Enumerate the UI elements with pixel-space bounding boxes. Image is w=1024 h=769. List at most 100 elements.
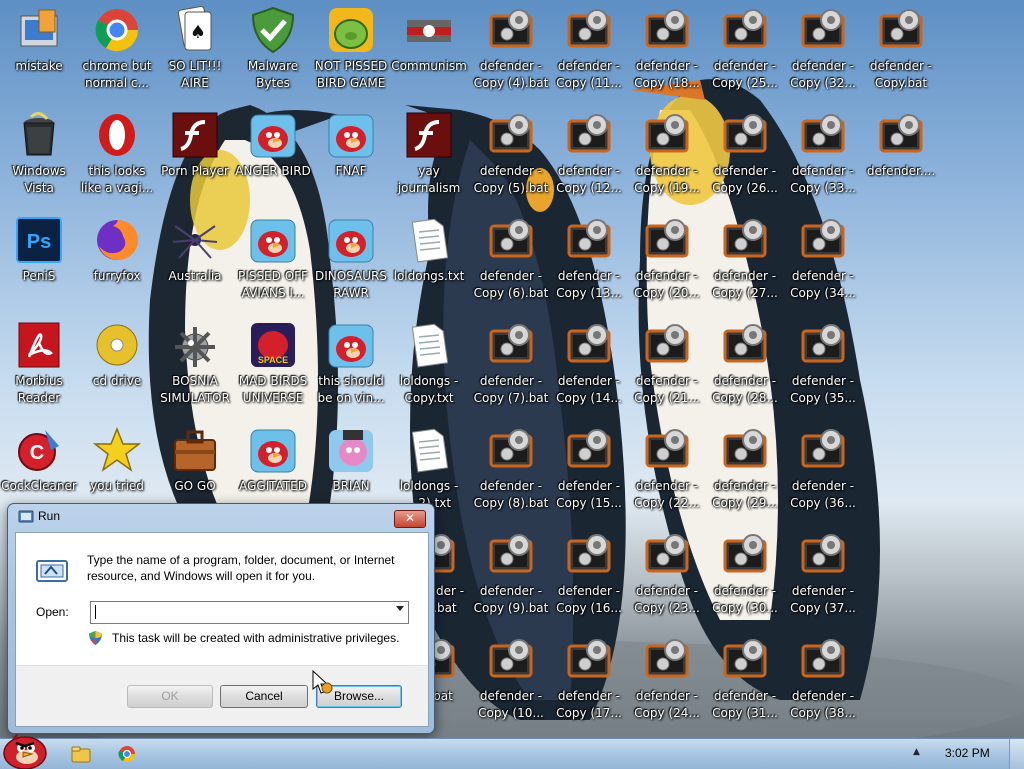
- defender-bat-icon: [567, 534, 611, 573]
- desktop-icon-bird-9[interactable]: ANGER BIRD: [234, 107, 312, 207]
- close-button[interactable]: ✕: [394, 510, 426, 528]
- desktop-icon-cards-2[interactable]: ♠ SO LIT!!! AIRE: [156, 2, 234, 102]
- explorer-folder-icon[interactable]: [70, 743, 92, 765]
- desktop-icon-defender-bat-21[interactable]: defender - Copy (35...: [784, 317, 862, 417]
- defender-bat-icon: [489, 429, 533, 468]
- desktop-icon-defender-bat-17[interactable]: defender - Copy (7).bat: [472, 317, 550, 417]
- bin-icon: [23, 112, 55, 156]
- chevron-down-icon[interactable]: [396, 606, 404, 611]
- desktop-icon-txt-23[interactable]: loldongs - Copy.txt: [390, 317, 468, 417]
- desktop-icon-defender-bat-14[interactable]: defender - Copy (20...: [628, 212, 706, 312]
- desktop-icon-flash-8[interactable]: Porn Player: [156, 107, 234, 207]
- desktop-icon-label: defender - Copy.bat: [869, 59, 933, 90]
- desktop-icon-label: defender - Copy (21...: [634, 374, 700, 405]
- desktop-icon-defender-bat-4[interactable]: defender - Copy (32...: [784, 2, 862, 102]
- chrome-taskbar-icon[interactable]: [116, 743, 138, 765]
- desktop-icon-bird-16[interactable]: DINOSAURS RAWR: [312, 212, 390, 312]
- desktop-icon-txt-17[interactable]: loldongs.txt: [390, 212, 468, 312]
- desktop-icon-pig-4[interactable]: NOT PISSED BIRD GAME: [312, 2, 390, 102]
- desktop-icon-label: defender - Copy (15...: [556, 479, 622, 510]
- desktop-icon-space-21[interactable]: SPACE MAD BIRDS UNIVERSE: [234, 317, 312, 417]
- desktop-icon-defender-bat-3[interactable]: defender - Copy (25...: [706, 2, 784, 102]
- desktop-icon-defender-bat-10[interactable]: defender - Copy (33...: [784, 107, 862, 207]
- desktop-icon-defender-bat-24[interactable]: defender - Copy (22...: [628, 422, 706, 522]
- desktop-icon-bin-6[interactable]: Windows Vista: [0, 107, 78, 207]
- desktop-icon-bird-10[interactable]: FNAF: [312, 107, 390, 207]
- desktop-icon-defender-bat-2[interactable]: defender - Copy (18...: [628, 2, 706, 102]
- desktop-icon-defender-bat-6[interactable]: defender - Copy (5).bat: [472, 107, 550, 207]
- desktop-icon-setup-0[interactable]: mistake: [0, 2, 78, 102]
- desktop-icon-defender-bat-36[interactable]: defender - Copy (24...: [628, 632, 706, 732]
- desktop-icon-flash-11[interactable]: yay journalism: [390, 107, 468, 207]
- desktop-icon-defender-bat-31[interactable]: defender - Copy (30...: [706, 527, 784, 627]
- desktop-icon-defender-bat-20[interactable]: defender - Copy (28...: [706, 317, 784, 417]
- desktop-icon-label: defender - Copy (7).bat: [473, 374, 549, 405]
- desktop-icon-defender-bat-34[interactable]: defender - Copy (10...: [472, 632, 550, 732]
- flash-icon: [406, 112, 452, 158]
- desktop-icon-defender-bat-16[interactable]: defender - Copy (34...: [784, 212, 862, 312]
- defender-bat-icon: [645, 639, 689, 678]
- ps-icon: Ps: [16, 217, 62, 263]
- tray-expand-icon[interactable]: ▲: [913, 747, 920, 757]
- desktop-icon-label: defender - Copy (19...: [634, 164, 700, 195]
- desktop-icon-defender-bat-18[interactable]: defender - Copy (14...: [550, 317, 628, 417]
- desktop-icon-bird-15[interactable]: PISSED OFF AVIANS I...: [234, 212, 312, 312]
- desktop-icon-defender-bat-11[interactable]: defender....: [862, 107, 940, 207]
- desktop-icon-label: CockCleaner: [1, 479, 77, 493]
- desktop-icon-defender-bat-30[interactable]: defender - Copy (23...: [628, 527, 706, 627]
- desktop-icon-defender-bat-22[interactable]: defender - Copy (8).bat: [472, 422, 550, 522]
- desktop-icon-defender-bat-25[interactable]: defender - Copy (29...: [706, 422, 784, 522]
- desktop-icon-defender-bat-13[interactable]: defender - Copy (13...: [550, 212, 628, 312]
- run-dialog-body: Type the name of a program, folder, docu…: [15, 532, 429, 727]
- desktop-icon-defender-bat-32[interactable]: defender - Copy (37...: [784, 527, 862, 627]
- desktop-icon-defender-bat-9[interactable]: defender - Copy (26...: [706, 107, 784, 207]
- show-desktop-button[interactable]: [1009, 739, 1024, 769]
- run-app-icon: [18, 510, 34, 523]
- desktop-icon-defender-bat-23[interactable]: defender - Copy (15...: [550, 422, 628, 522]
- desktop-icon-defender-bat-19[interactable]: defender - Copy (21...: [628, 317, 706, 417]
- desktop-icon-defender-bat-38[interactable]: defender - Copy (38...: [784, 632, 862, 732]
- desktop-icon-defender-bat-37[interactable]: defender - Copy (31...: [706, 632, 784, 732]
- desktop-icon-opera-7[interactable]: this looks like a vagi...: [78, 107, 156, 207]
- start-button[interactable]: [2, 731, 48, 769]
- desktop-icon-label: defender - Copy (36...: [790, 479, 856, 510]
- desktop-icon-label: defender - Copy (30...: [712, 584, 778, 615]
- flag-icon: [407, 20, 451, 42]
- desktop-icon-pdf-18[interactable]: Morbius Reader: [0, 317, 78, 417]
- desktop-icon-defender-bat-26[interactable]: defender - Copy (36...: [784, 422, 862, 522]
- desktop-icon-firefox-13[interactable]: furryfox: [78, 212, 156, 312]
- desktop-icon-defender-bat-0[interactable]: defender - Copy (4).bat: [472, 2, 550, 102]
- txt-icon: [411, 323, 449, 368]
- desktop-icon-flag-5[interactable]: Communism: [390, 2, 468, 102]
- desktop-icon-chrome-1[interactable]: chrome but normal c...: [78, 2, 156, 102]
- desktop-icon-defender-bat-12[interactable]: defender - Copy (6).bat: [472, 212, 550, 312]
- defender-bat-icon: [567, 9, 611, 48]
- defender-bat-icon: [723, 9, 767, 48]
- defender-bat-icon: [645, 114, 689, 153]
- desktop-icon-shield-3[interactable]: Malware Bytes: [234, 2, 312, 102]
- desktop-icon-mine-20[interactable]: BOSNIA SIMULATOR: [156, 317, 234, 417]
- ok-button[interactable]: OK: [127, 685, 213, 708]
- desktop-icon-defender-bat-29[interactable]: defender - Copy (16...: [550, 527, 628, 627]
- cancel-button[interactable]: Cancel: [220, 685, 308, 708]
- defender-bat-icon: [567, 114, 611, 153]
- defender-bat-icon: [801, 639, 845, 678]
- desktop-icon-defender-bat-8[interactable]: defender - Copy (19...: [628, 107, 706, 207]
- desktop-icon-ps-12[interactable]: Ps PeniS: [0, 212, 78, 312]
- desktop-icon-defender-bat-28[interactable]: defender - Copy (9).bat: [472, 527, 550, 627]
- defender-bat-icon: [801, 9, 845, 48]
- firefox-icon: [97, 219, 139, 260]
- desktop-icon-defender-bat-1[interactable]: defender - Copy (11...: [550, 2, 628, 102]
- defender-bat-icon: [567, 324, 611, 363]
- desktop-icon-spider-14[interactable]: Australia: [156, 212, 234, 312]
- desktop-icon-defender-bat-7[interactable]: defender - Copy (12...: [550, 107, 628, 207]
- clock[interactable]: 3:02 PM: [945, 746, 990, 760]
- txt-icon: [411, 218, 449, 263]
- desktop-icon-bird-22[interactable]: this should be on vin...: [312, 317, 390, 417]
- open-combobox[interactable]: [90, 601, 409, 624]
- cards-icon: ♠: [177, 6, 212, 51]
- desktop-icon-defender-bat-5[interactable]: defender - Copy.bat: [862, 2, 940, 102]
- desktop-icon-cd-19[interactable]: cd drive: [78, 317, 156, 417]
- desktop-icon-defender-bat-15[interactable]: defender - Copy (27...: [706, 212, 784, 312]
- desktop-icon-defender-bat-35[interactable]: defender - Copy (17...: [550, 632, 628, 732]
